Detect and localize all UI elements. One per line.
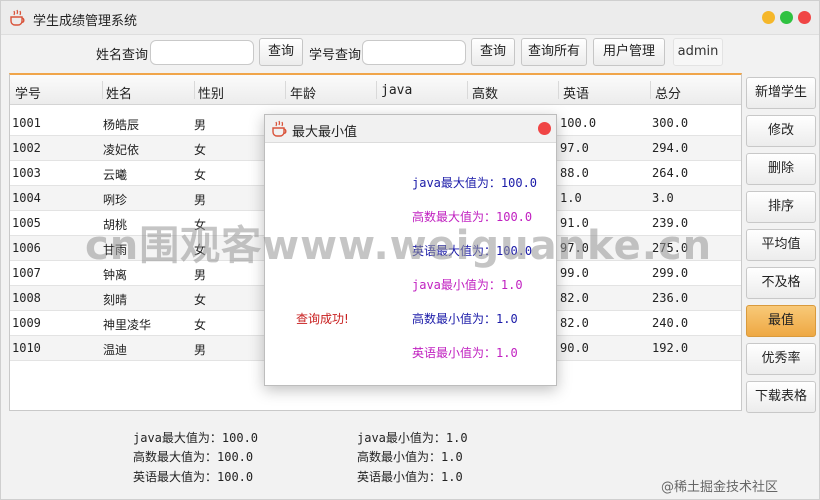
excellence-rate-button[interactable]: 优秀率 — [746, 343, 816, 375]
cell-total: 300.0 — [652, 116, 689, 130]
column-divider — [285, 81, 286, 99]
column-divider — [467, 81, 468, 99]
column-header[interactable]: 总分 — [655, 83, 681, 102]
cell-gender: 女 — [194, 293, 207, 307]
user-management-button[interactable]: 用户管理 — [593, 38, 665, 66]
cell-gender: 女 — [194, 168, 207, 182]
cell-gender: 男 — [194, 193, 207, 207]
cell-id: 1010 — [12, 341, 41, 355]
dialog-title: 最大最小值 — [292, 125, 358, 140]
cell-name: 刻晴 — [103, 293, 128, 307]
cell-id: 1003 — [12, 166, 41, 180]
sort-button[interactable]: 排序 — [746, 191, 816, 223]
cell-english: 1.0 — [560, 191, 582, 205]
add-student-button[interactable]: 新增学生 — [746, 77, 816, 109]
column-divider — [194, 81, 195, 99]
name-query-label: 姓名查询 — [96, 48, 149, 63]
delete-button[interactable]: 删除 — [746, 153, 816, 185]
title-bar: 学生成绩管理系统 — [1, 1, 819, 35]
edit-button[interactable]: 修改 — [746, 115, 816, 147]
cell-id: 1005 — [12, 216, 41, 230]
dialog-math-min: 高数最小值为：1.0 — [412, 312, 518, 326]
dialog-title-bar: 最大最小值 — [265, 115, 556, 143]
close-button[interactable] — [798, 11, 811, 24]
stat-math-min: 高数最小值为：1.0 — [357, 450, 463, 464]
column-divider — [558, 81, 559, 99]
cell-total: 264.0 — [652, 166, 689, 180]
cell-name: 云曦 — [103, 168, 128, 182]
cell-id: 1001 — [12, 116, 41, 130]
failing-button[interactable]: 不及格 — [746, 267, 816, 299]
cell-english: 100.0 — [560, 116, 597, 130]
coffee-cup-icon — [272, 120, 287, 137]
cell-gender: 男 — [194, 118, 207, 132]
column-header[interactable]: 高数 — [472, 83, 498, 102]
cell-english: 90.0 — [560, 341, 589, 355]
query-all-button[interactable]: 查询所有 — [521, 38, 587, 66]
stat-java-min: java最小值为：1.0 — [357, 431, 468, 445]
coffee-cup-icon — [10, 9, 25, 26]
cell-total: 294.0 — [652, 141, 689, 155]
cell-id: 1007 — [12, 266, 41, 280]
credit-watermark: @稀土掘金技术社区 — [661, 480, 779, 495]
current-user-label: admin — [673, 38, 723, 66]
cell-name: 咧珍 — [103, 193, 128, 207]
cell-total: 236.0 — [652, 291, 689, 305]
column-header[interactable]: 年龄 — [290, 83, 316, 102]
cell-gender: 女 — [194, 143, 207, 157]
column-header[interactable]: 学号 — [15, 83, 41, 102]
column-header[interactable]: 姓名 — [106, 83, 132, 102]
stat-math-max: 高数最大值为：100.0 — [133, 450, 254, 464]
average-button[interactable]: 平均值 — [746, 229, 816, 261]
cell-name: 神里凌华 — [103, 318, 152, 332]
column-divider — [376, 81, 377, 99]
min-max-button[interactable]: 最值 — [746, 305, 816, 337]
stat-english-min: 英语最小值为：1.0 — [357, 470, 463, 484]
cell-name: 温迪 — [103, 343, 128, 357]
column-header[interactable]: 性别 — [198, 83, 224, 102]
download-table-button[interactable]: 下载表格 — [746, 381, 816, 413]
cell-id: 1004 — [12, 191, 41, 205]
column-header[interactable]: java — [381, 83, 412, 98]
dialog-success-message: 查询成功! — [296, 312, 349, 326]
cell-id: 1006 — [12, 241, 41, 255]
watermark: cn围观客www.weiguanke.cn — [85, 223, 713, 269]
cell-total: 3.0 — [652, 191, 674, 205]
stat-english-max: 英语最大值为：100.0 — [133, 470, 254, 484]
cell-id: 1002 — [12, 141, 41, 155]
cell-name: 杨皓辰 — [103, 118, 140, 132]
name-query-input[interactable] — [150, 40, 254, 65]
dialog-java-min: java最小值为：1.0 — [412, 278, 523, 292]
minimize-button[interactable] — [762, 11, 775, 24]
id-query-label: 学号查询 — [309, 48, 362, 63]
table-header: 学号 姓名 性别 年龄 java 高数 英语 总分 — [10, 75, 741, 105]
cell-english: 97.0 — [560, 141, 589, 155]
cell-total: 240.0 — [652, 316, 689, 330]
id-query-button[interactable]: 查询 — [471, 38, 515, 66]
dialog-java-max: java最大值为：100.0 — [412, 176, 538, 190]
app-window: 学生成绩管理系统 姓名查询 查询 学号查询 查询 查询所有 用户管理 admin… — [0, 0, 820, 500]
column-divider — [650, 81, 651, 99]
cell-total: 192.0 — [652, 341, 689, 355]
column-header[interactable]: 英语 — [563, 83, 589, 102]
maximize-button[interactable] — [780, 11, 793, 24]
dialog-english-min: 英语最小值为：1.0 — [412, 346, 518, 360]
cell-gender: 女 — [194, 318, 207, 332]
stat-java-max: java最大值为：100.0 — [133, 431, 259, 445]
window-title: 学生成绩管理系统 — [33, 14, 138, 29]
cell-id: 1009 — [12, 316, 41, 330]
cell-english: 88.0 — [560, 166, 589, 180]
cell-gender: 男 — [194, 343, 207, 357]
id-query-input[interactable] — [362, 40, 466, 65]
cell-english: 82.0 — [560, 316, 589, 330]
cell-name: 凌妃依 — [103, 143, 140, 157]
column-divider — [102, 81, 103, 99]
name-query-button[interactable]: 查询 — [259, 38, 303, 66]
cell-id: 1008 — [12, 291, 41, 305]
dialog-close-button[interactable] — [538, 122, 551, 135]
cell-english: 82.0 — [560, 291, 589, 305]
